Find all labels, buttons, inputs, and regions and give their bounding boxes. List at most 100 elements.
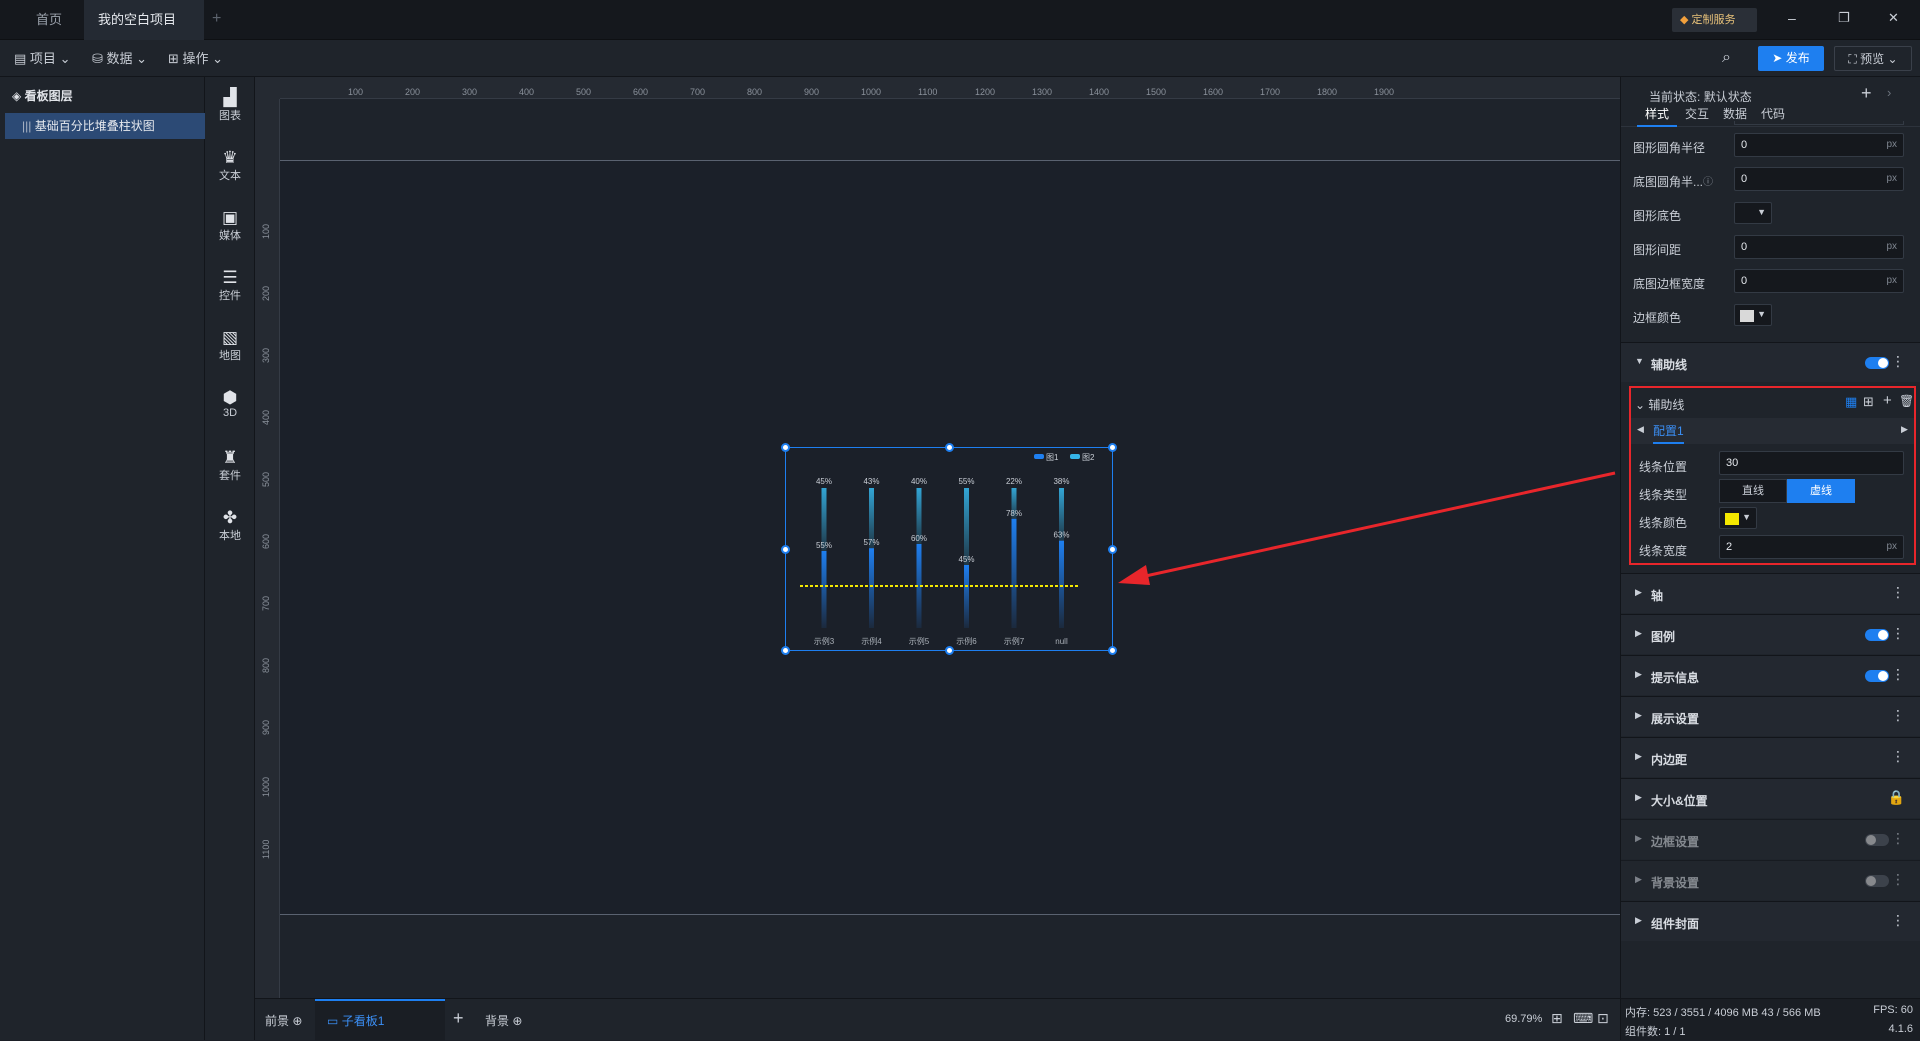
- sub-board-tab[interactable]: ▭ 子看板1: [315, 999, 445, 1041]
- base-border-width-input[interactable]: 0 px: [1734, 269, 1904, 293]
- section-size-position[interactable]: ▶ 大小&位置 🔒: [1621, 778, 1920, 818]
- line-color-picker[interactable]: ▼: [1719, 507, 1757, 529]
- unit-label: px: [1886, 275, 1897, 286]
- resize-handle[interactable]: [781, 443, 790, 452]
- more-icon[interactable]: ⋮: [1891, 871, 1905, 888]
- close-icon[interactable]: ✕: [1888, 10, 1899, 26]
- border-toggle[interactable]: [1865, 834, 1889, 846]
- guide-sub-header[interactable]: ⌄ 辅助线: [1635, 396, 1684, 413]
- project-menu[interactable]: ▤ 项目 ⌄: [14, 40, 70, 77]
- minimize-icon[interactable]: –: [1788, 10, 1796, 26]
- restore-icon[interactable]: ❐: [1838, 10, 1850, 26]
- caret-right-icon: ▶: [1635, 710, 1642, 720]
- more-icon[interactable]: ⋮: [1891, 625, 1905, 642]
- tab-code[interactable]: 代码: [1755, 105, 1791, 122]
- component-kit[interactable]: ♜ 套件: [205, 449, 255, 483]
- tab-style[interactable]: 样式: [1637, 105, 1677, 127]
- lock-icon[interactable]: 🔒: [1888, 789, 1905, 806]
- section-legend[interactable]: ▶ 图例 ⋮: [1621, 614, 1920, 654]
- component-control[interactable]: ☰ 控件: [205, 269, 255, 303]
- caret-left-icon[interactable]: ◀: [1637, 424, 1644, 435]
- line-width-input[interactable]: 2 px: [1719, 535, 1904, 559]
- chevron-right-icon[interactable]: ›: [1887, 85, 1891, 100]
- resize-handle[interactable]: [781, 646, 790, 655]
- guide-toggle[interactable]: [1865, 357, 1889, 369]
- section-background[interactable]: ▶ 背景设置 ⋮: [1621, 860, 1920, 900]
- foreground-tab[interactable]: 前景 ⊕: [265, 1012, 302, 1029]
- bar-segment-series-1: [1011, 518, 1017, 628]
- component-text[interactable]: ♛ 文本: [205, 149, 255, 183]
- terminal-icon[interactable]: ⊡: [1597, 1010, 1609, 1027]
- shape-radius-input[interactable]: 0 px: [1734, 133, 1904, 157]
- component-media[interactable]: ▣ 媒体: [205, 209, 255, 243]
- chart-component[interactable]: 45% 55% 示例3 43% 57% 示例4 40% 60% 示例5 55% 45% 示例6 22% 7…: [781, 443, 1117, 655]
- shape-base-color-picker[interactable]: ▼: [1734, 202, 1772, 224]
- section-display[interactable]: ▶ 展示设置 ⋮: [1621, 696, 1920, 736]
- component-local[interactable]: ✤ 本地: [205, 509, 255, 543]
- more-icon[interactable]: ⋮: [1891, 748, 1905, 765]
- more-icon[interactable]: ⋮: [1891, 666, 1905, 683]
- line-position-input[interactable]: 30: [1719, 451, 1904, 475]
- ruler-tick-label: 1300: [1032, 87, 1053, 97]
- line-type-solid-button[interactable]: 直线: [1719, 479, 1787, 503]
- component-chart[interactable]: ▟ 图表: [205, 89, 255, 123]
- document-icon: ▤: [14, 51, 27, 66]
- more-icon[interactable]: ⋮: [1891, 584, 1905, 601]
- add-circle-icon[interactable]: ⊕: [512, 1014, 522, 1028]
- resize-handle[interactable]: [945, 646, 954, 655]
- search-icon[interactable]: ⌕: [1722, 49, 1731, 67]
- resize-handle[interactable]: [781, 545, 790, 554]
- operate-menu[interactable]: ⊞ 操作 ⌄: [168, 40, 223, 77]
- add-tab-icon[interactable]: +: [212, 10, 221, 28]
- trash-icon[interactable]: 🗑: [1899, 394, 1914, 408]
- add-board-icon[interactable]: +: [453, 1008, 464, 1029]
- more-icon[interactable]: ⋮: [1891, 353, 1905, 370]
- status-bar: 内存: 523 / 3551 / 4096 MB 43 / 566 MB FPS…: [1621, 998, 1920, 1040]
- ruler-tick-label: 900: [804, 87, 820, 97]
- section-cover[interactable]: ▶ 组件封面 ⋮: [1621, 901, 1920, 941]
- layout-icon[interactable]: ⊞: [1863, 394, 1874, 410]
- component-map[interactable]: ▧ 地图: [205, 329, 255, 363]
- layer-item[interactable]: ||| 基础百分比堆叠柱状图: [5, 113, 205, 139]
- tab-interaction[interactable]: 交互: [1679, 105, 1715, 122]
- base-radius-input[interactable]: 0 px: [1734, 167, 1904, 191]
- section-padding[interactable]: ▶ 内边距 ⋮: [1621, 737, 1920, 777]
- keyboard-icon[interactable]: ⌨: [1573, 1010, 1593, 1027]
- add-config-icon[interactable]: +: [1883, 392, 1892, 409]
- tab-data[interactable]: 数据: [1717, 105, 1753, 122]
- background-tab[interactable]: 背景 ⊕: [485, 1012, 522, 1029]
- resize-handle[interactable]: [1108, 646, 1117, 655]
- zoom-level[interactable]: 69.79%: [1505, 1013, 1542, 1025]
- line-type-dashed-button[interactable]: 虚线: [1787, 479, 1855, 503]
- help-icon[interactable]: ⓘ: [1703, 173, 1713, 188]
- section-tooltip[interactable]: ▶ 提示信息 ⋮: [1621, 655, 1920, 695]
- border-color-picker[interactable]: ▼: [1734, 304, 1772, 326]
- more-icon[interactable]: ⋮: [1891, 707, 1905, 724]
- custom-service-button[interactable]: ◆ 定制服务: [1672, 8, 1757, 32]
- shape-gap-input[interactable]: 0 px: [1734, 235, 1904, 259]
- data-menu[interactable]: ⛁ 数据 ⌄: [92, 40, 147, 77]
- config-tab-1[interactable]: 配置1: [1653, 422, 1684, 444]
- tooltip-toggle[interactable]: [1865, 670, 1889, 682]
- legend-toggle[interactable]: [1865, 629, 1889, 641]
- publish-button[interactable]: ➤ 发布: [1758, 46, 1824, 71]
- section-guide-line[interactable]: ▼ 辅助线 ⋮: [1621, 342, 1920, 382]
- more-icon[interactable]: ⋮: [1891, 830, 1905, 847]
- add-circle-icon[interactable]: ⊕: [292, 1014, 302, 1028]
- caret-right-icon[interactable]: ▶: [1901, 424, 1908, 435]
- resize-handle[interactable]: [1108, 443, 1117, 452]
- more-icon[interactable]: ⋮: [1891, 912, 1905, 929]
- tab-project[interactable]: 我的空白项目: [84, 0, 204, 65]
- ruler-tick-label: 800: [261, 657, 271, 673]
- resize-handle[interactable]: [945, 443, 954, 452]
- foreground-label: 前景: [265, 1014, 290, 1028]
- background-toggle[interactable]: [1865, 875, 1889, 887]
- fit-screen-icon[interactable]: ⊞: [1551, 1010, 1563, 1027]
- section-axis[interactable]: ▶ 轴 ⋮: [1621, 573, 1920, 613]
- preview-button[interactable]: ⛶ 预览 ⌄: [1834, 46, 1912, 71]
- component-3d[interactable]: ⬢ 3D: [205, 389, 255, 420]
- color-chip: [1740, 310, 1754, 322]
- tab-home[interactable]: 首页: [14, 0, 84, 40]
- section-border[interactable]: ▶ 边框设置 ⋮: [1621, 819, 1920, 859]
- table-icon[interactable]: ▦: [1845, 394, 1857, 410]
